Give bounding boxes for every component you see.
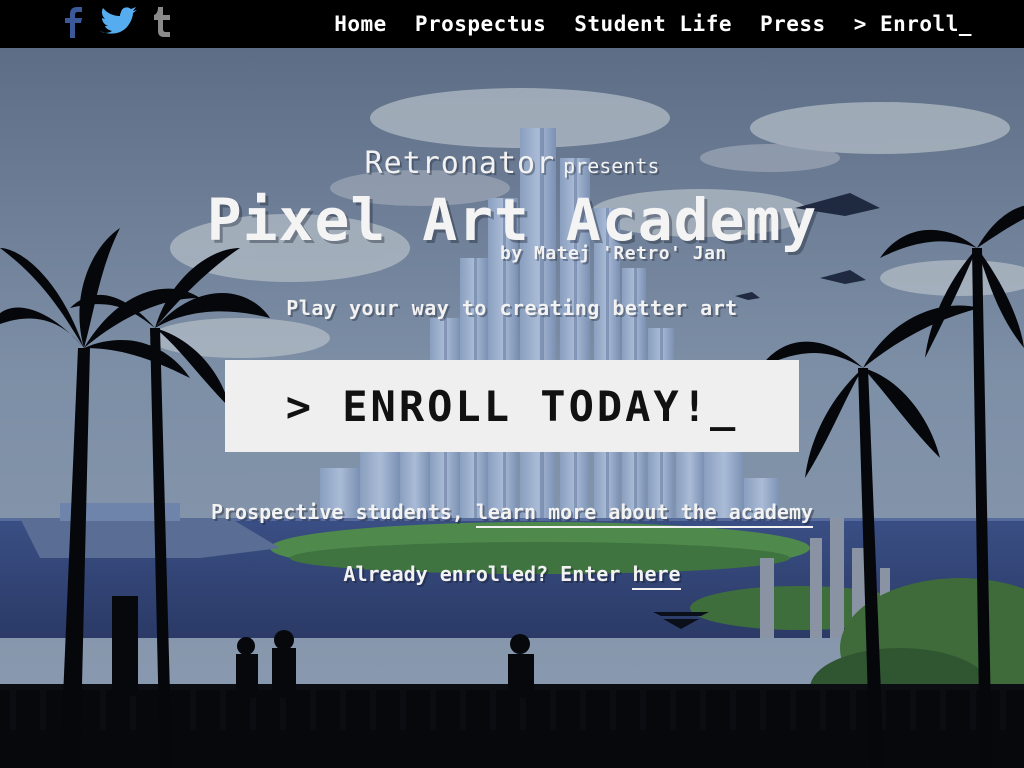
tagline: Play your way to creating better art [286,296,738,320]
social-links [62,6,172,42]
presents-line: Retronator presents [0,146,1024,181]
twitter-icon[interactable] [98,7,138,41]
learn-more-link[interactable]: learn more about the academy [475,500,814,528]
author-byline: by Matej 'Retro' Jan [500,243,727,264]
prospective-students-line: Prospective students, learn more about t… [0,500,1024,528]
tumblr-icon[interactable] [152,7,172,41]
nav-student-life[interactable]: Student Life [574,12,732,36]
main-nav: Home Prospectus Student Life Press > Enr… [334,0,972,48]
brand-name: Retronator [364,146,556,181]
nav-prospectus[interactable]: Prospectus [415,12,546,36]
enrolled-prefix: Already enrolled? Enter [343,562,633,586]
already-enrolled-line: Already enrolled? Enter here [0,562,1024,590]
facebook-icon[interactable] [62,6,84,42]
enter-here-link[interactable]: here [632,562,681,590]
nav-enroll[interactable]: > Enroll_ [854,12,972,36]
enroll-today-button[interactable]: > ENROLL TODAY!_ [225,360,799,452]
scroll-down-chevron-icon[interactable] [653,610,709,630]
prospective-prefix: Prospective students, [210,500,476,524]
presents-text: presents [563,154,660,178]
top-navigation-bar: Home Prospectus Student Life Press > Enr… [0,0,1024,48]
nav-press[interactable]: Press [760,12,826,36]
nav-home[interactable]: Home [334,12,387,36]
